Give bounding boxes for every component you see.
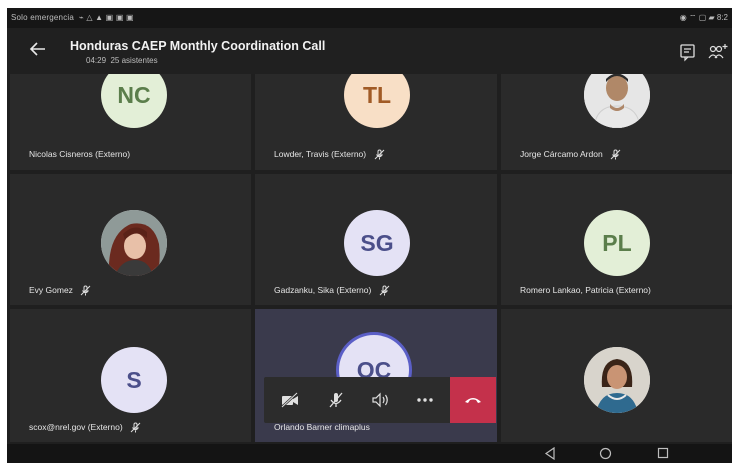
mic-off-icon [374,149,384,160]
participant-tile[interactable]: NC Nicolas Cisneros (Externo) [10,74,251,170]
person-photo-icon [101,210,167,276]
participant-name-text: Orlando Barner climaplus [274,422,370,432]
arrow-left-icon [29,42,45,56]
participant-name: Lowder, Travis (Externo) [274,149,385,160]
android-nav-bar [7,444,732,463]
more-options-button[interactable] [411,387,439,413]
participant-name-text: Evy Gomez [29,285,73,295]
add-people-icon [708,44,728,59]
participant-name-text: Jorge Cárcamo Ardon [520,149,603,159]
hang-up-button[interactable] [450,377,496,423]
mic-off-icon [80,285,91,296]
participants-button[interactable] [707,42,728,62]
mic-off-icon [130,422,141,433]
mic-off-icon [379,285,390,296]
chat-icon [680,44,695,62]
avatar-photo [101,210,167,276]
status-bar-left: Solo emergencia ⌁ △ ▲ ▣ ▣ ▣ [11,13,134,22]
participant-name: scox@nrel.gov (Externo) [29,422,141,433]
meeting-subtitle: 04:29 25 asistentes [86,56,158,65]
speaker-button[interactable] [367,387,395,413]
attendee-count: 25 asistentes [110,56,158,65]
screen: Solo emergencia ⌁ △ ▲ ▣ ▣ ▣ ◉ ⌔ ▢ ▰ 8:2 … [7,8,732,463]
avatar: PL [584,210,650,276]
avatar: TL [344,74,410,128]
participant-name: Jorge Cárcamo Ardon [520,149,621,160]
participant-tile[interactable]: Evy Gomez [10,174,251,305]
carrier-text: Solo emergencia [11,13,75,22]
camera-off-icon [281,392,298,408]
participant-tile[interactable]: PL Romero Lankao, Patricia (Externo) [501,174,732,305]
participant-name-text: Romero Lankao, Patricia (Externo) [520,285,651,295]
avatar: S [101,347,167,413]
chat-button[interactable] [678,42,698,62]
call-duration: 04:29 [86,56,107,65]
mic-toggle-button[interactable] [322,387,350,413]
person-photo-icon [584,74,650,128]
participant-tile[interactable]: S scox@nrel.gov (Externo) [10,309,251,442]
speaker-icon [372,392,388,408]
hang-up-icon [465,398,481,403]
meeting-title: Honduras CAEP Monthly Coordination Call [70,39,326,53]
nav-recents-icon[interactable] [657,447,669,459]
participant-tile[interactable]: Jorge Cárcamo Ardon [501,74,732,170]
participant-name: Romero Lankao, Patricia (Externo) [520,285,651,295]
status-bar-right: ◉ ⌔ ▢ ▰ 8:2 [680,13,728,23]
nav-back-icon[interactable] [544,447,556,460]
avatar: NC [101,74,167,128]
participant-name-text: scox@nrel.gov (Externo) [29,422,123,432]
status-icons-right: ◉ ⌔ ▢ ▰ [679,13,717,22]
participant-name-text: Lowder, Travis (Externo) [274,149,367,159]
more-icon [417,398,433,402]
participant-tile[interactable] [501,309,732,442]
avatar-photo [584,74,650,128]
mic-off-icon [610,149,621,160]
participant-name-text: Nicolas Cisneros (Externo) [29,149,131,159]
clock-text: 8:2 [716,13,728,22]
status-bar: Solo emergencia ⌁ △ ▲ ▣ ▣ ▣ ◉ ⌔ ▢ ▰ 8:2 [7,8,732,28]
mic-off-icon [329,392,343,408]
person-photo-icon [584,347,650,413]
participant-name: Evy Gomez [29,285,91,296]
nav-home-icon[interactable] [599,447,612,460]
call-controls [264,377,496,423]
participant-name: Gadzanku, Sika (Externo) [274,285,390,296]
participant-tile[interactable]: TL Lowder, Travis (Externo) [255,74,497,170]
status-icons-left: ⌁ △ ▲ ▣ ▣ ▣ [76,13,134,22]
avatar-photo [584,347,650,413]
call-header: Honduras CAEP Monthly Coordination Call … [7,28,732,74]
participant-name: Orlando Barner climaplus [274,422,370,432]
avatar: SG [344,210,410,276]
back-button[interactable] [29,40,47,62]
participant-name: Nicolas Cisneros (Externo) [29,149,130,159]
participant-tile[interactable]: SG Gadzanku, Sika (Externo) [255,174,497,305]
participant-name-text: Gadzanku, Sika (Externo) [274,285,372,295]
camera-toggle-button[interactable] [276,387,304,413]
